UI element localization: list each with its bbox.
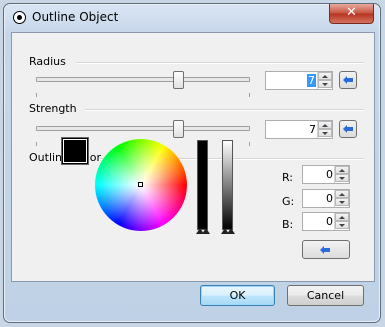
green-down-button[interactable] — [335, 198, 349, 206]
blue-spinbox[interactable]: 0 — [302, 212, 350, 231]
luminance-bar[interactable] — [222, 140, 233, 230]
strength-apply-button[interactable] — [339, 120, 357, 138]
luminance-pointer-right[interactable] — [227, 228, 235, 234]
cancel-button[interactable]: Cancel — [287, 285, 364, 306]
radius-slider-track[interactable] — [36, 77, 250, 82]
strength-slider-thumb[interactable] — [173, 120, 184, 138]
window-title: Outline Object — [32, 10, 119, 24]
color-wheel[interactable] — [95, 139, 187, 231]
radius-spinbox[interactable]: 7 — [265, 71, 333, 90]
blue-up-button[interactable] — [335, 213, 349, 221]
green-label: G: — [282, 195, 295, 208]
radius-slider-thumb[interactable] — [173, 71, 184, 89]
strength-label: Strength — [29, 102, 77, 115]
strength-spinbox[interactable]: 7 — [265, 120, 333, 139]
green-spinbox[interactable]: 0 — [302, 189, 350, 208]
radius-separator — [76, 62, 364, 64]
green-value[interactable]: 0 — [326, 192, 333, 205]
radius-apply-button[interactable] — [339, 71, 357, 89]
arrow-left-icon — [343, 125, 353, 133]
strength-separator — [85, 109, 364, 111]
brightness-bar[interactable] — [197, 140, 208, 230]
radius-slider-ticks — [36, 93, 250, 97]
color-apply-button[interactable] — [302, 240, 350, 259]
color-wheel-marker[interactable] — [138, 182, 143, 187]
blue-value[interactable]: 0 — [326, 215, 333, 228]
arrow-left-icon — [343, 76, 353, 84]
strength-up-button[interactable] — [318, 121, 332, 129]
red-value[interactable]: 0 — [326, 168, 333, 181]
red-label: R: — [282, 171, 294, 184]
color-swatch — [61, 137, 89, 165]
red-down-button[interactable] — [335, 174, 349, 182]
red-up-button[interactable] — [335, 166, 349, 174]
strength-down-button[interactable] — [318, 129, 332, 137]
close-icon: ✕ — [346, 5, 357, 20]
blue-down-button[interactable] — [335, 221, 349, 229]
outline-object-icon — [13, 11, 26, 24]
ok-button[interactable]: OK — [200, 285, 275, 306]
strength-slider-track[interactable] — [36, 126, 250, 131]
radius-label: Radius — [29, 55, 66, 68]
arrow-left-icon — [320, 246, 330, 254]
title-bar[interactable]: Outline Object ✕ — [4, 4, 380, 32]
brightness-pointer-right[interactable] — [202, 228, 210, 234]
green-up-button[interactable] — [335, 190, 349, 198]
red-spinbox[interactable]: 0 — [302, 165, 350, 184]
radius-down-button[interactable] — [318, 80, 332, 88]
strength-value[interactable]: 7 — [309, 123, 316, 136]
close-button[interactable]: ✕ — [329, 4, 374, 24]
outline-object-dialog: Outline Object ✕ Radius 7 Strength 7 Out… — [3, 3, 381, 323]
blue-label: B: — [282, 218, 294, 231]
radius-up-button[interactable] — [318, 72, 332, 80]
radius-value[interactable]: 7 — [307, 74, 316, 87]
